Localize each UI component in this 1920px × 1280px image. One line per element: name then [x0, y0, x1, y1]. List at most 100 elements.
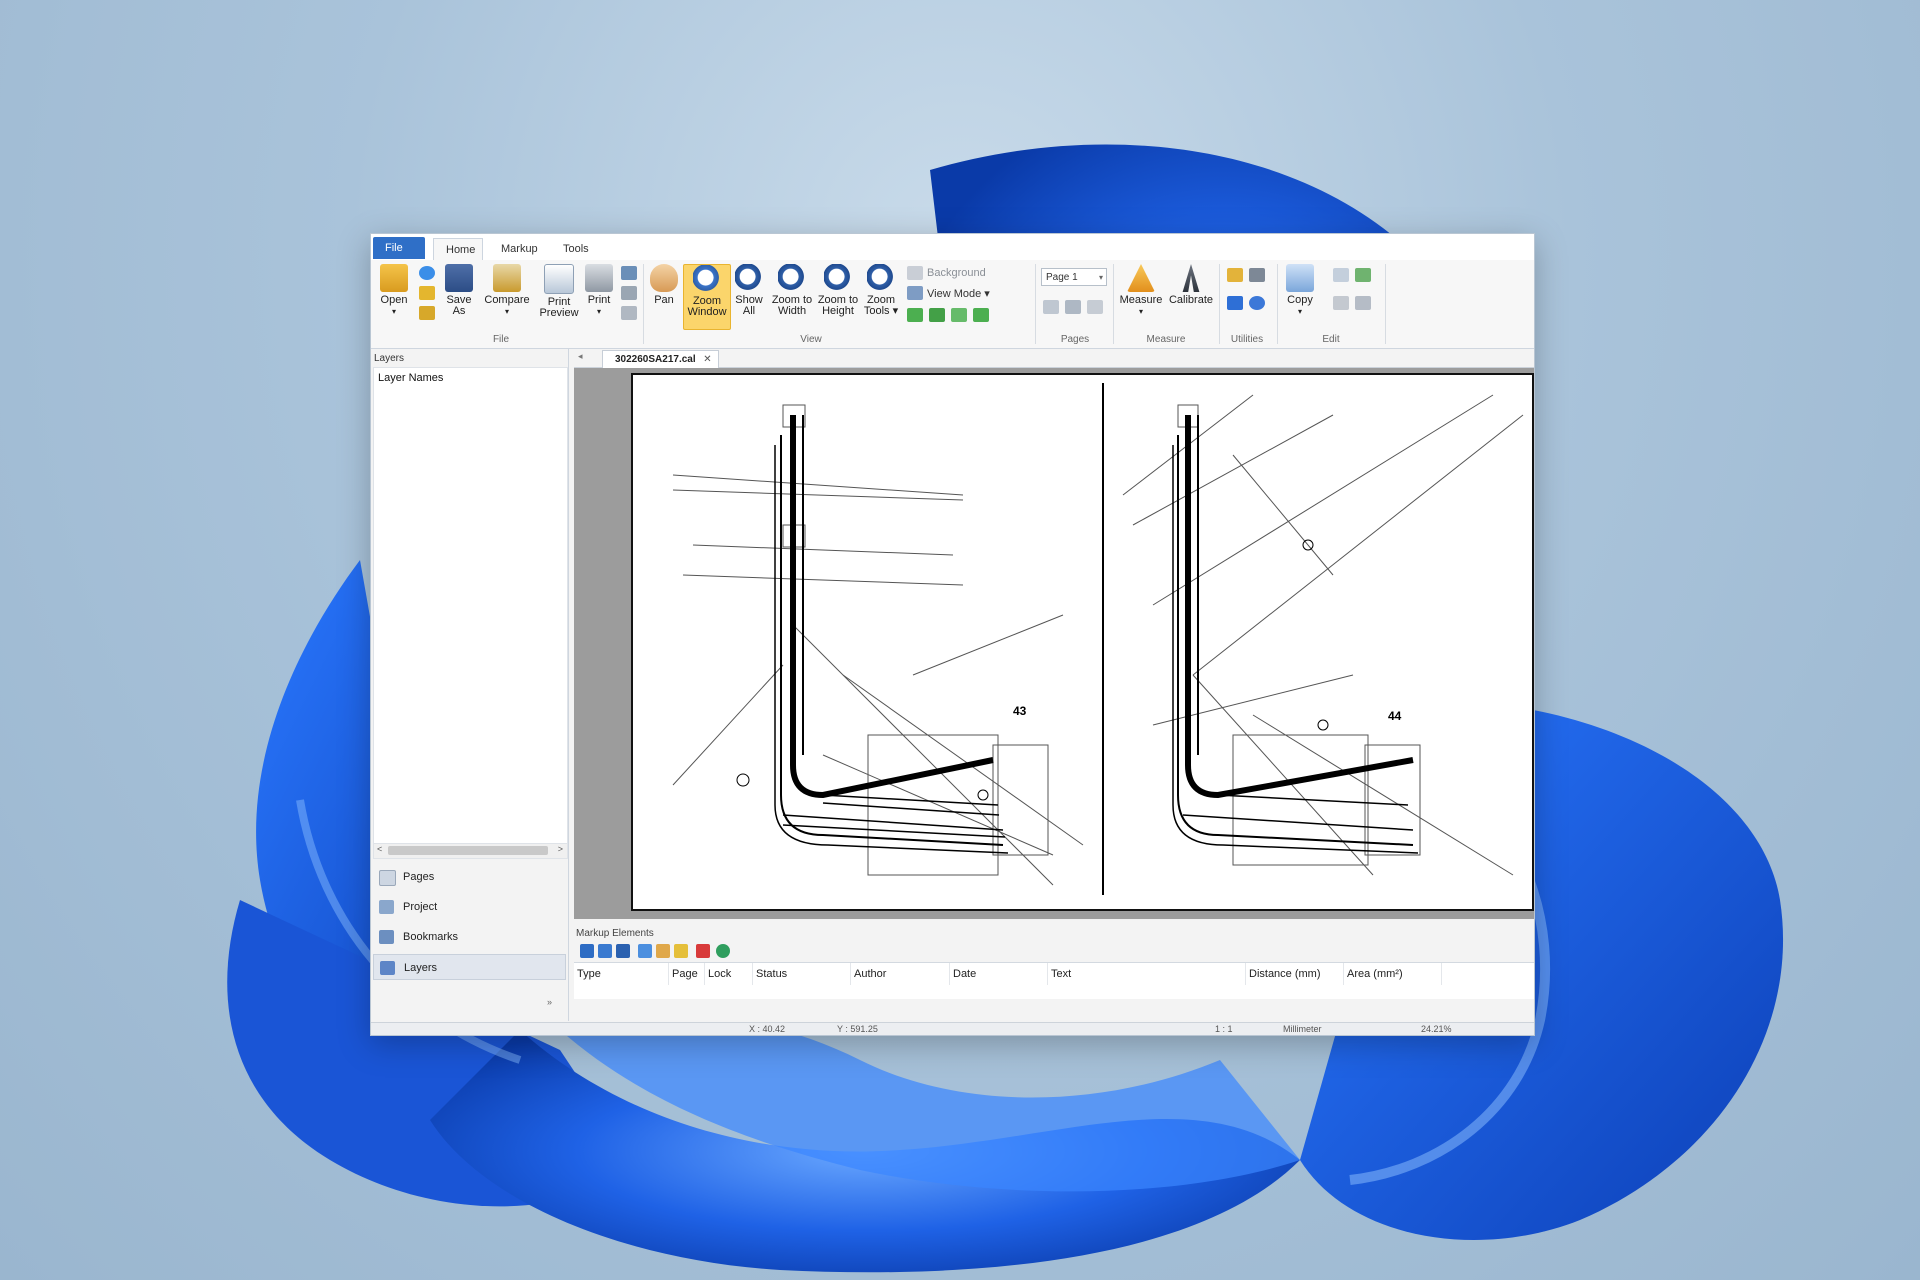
scale-select[interactable]: 1 : 1: [1215, 1024, 1233, 1034]
column-lock[interactable]: Lock: [705, 963, 753, 985]
nav-item-bookmarks[interactable]: Bookmarks: [373, 924, 566, 950]
group-separator: [1113, 264, 1114, 344]
zoom-window-icon: [693, 265, 721, 293]
cad-drawing: 43 44: [672, 383, 1524, 895]
print-button[interactable]: Print ▾: [583, 264, 615, 317]
print-preview-button[interactable]: Print Preview: [537, 264, 581, 319]
markup-table[interactable]: Type Page Lock Status Author Date Text D…: [574, 962, 1534, 999]
sheet-number-right: 44: [1388, 709, 1402, 723]
print-preview-icon: [544, 264, 574, 294]
search-icon[interactable]: [1249, 296, 1265, 310]
group-separator: [1035, 264, 1036, 344]
view-group-label: View: [800, 334, 822, 345]
tab-markup[interactable]: Markup: [489, 238, 545, 260]
group-separator: [1277, 264, 1278, 344]
background-button[interactable]: Background: [927, 267, 986, 279]
find-icon[interactable]: [1333, 268, 1349, 282]
magnifier-icon: [867, 264, 895, 292]
column-type[interactable]: Type: [574, 963, 669, 985]
page-select[interactable]: Page 1 ▾: [1041, 268, 1107, 286]
tab-tools[interactable]: Tools: [551, 238, 599, 260]
close-tab-icon[interactable]: ✕: [703, 351, 711, 368]
flip-horizontal-icon[interactable]: [973, 308, 989, 322]
select-all-icon[interactable]: [1333, 296, 1349, 310]
measure-button[interactable]: Measure ▾: [1117, 264, 1165, 317]
column-date[interactable]: Date: [950, 963, 1048, 985]
properties-icon[interactable]: [1355, 296, 1371, 310]
layers-panel: Layers Layer Names < > Pages Project Boo…: [371, 349, 569, 1021]
tools-icon[interactable]: [1227, 296, 1243, 310]
document-tab[interactable]: 302260SA217.cal ✕: [602, 350, 719, 368]
units-select[interactable]: Millimeter: [1283, 1024, 1322, 1034]
folder-arrow-icon[interactable]: [419, 306, 435, 320]
next-page-icon[interactable]: [1087, 300, 1103, 314]
rotate-left-icon[interactable]: [907, 308, 923, 322]
color-icon[interactable]: [716, 944, 730, 958]
tab-scroll-left-icon[interactable]: ◂: [578, 351, 583, 362]
background-icon: [907, 266, 923, 280]
drawing-page[interactable]: 43 44: [631, 373, 1534, 911]
first-page-icon[interactable]: [1043, 300, 1059, 314]
print-settings-icon[interactable]: [621, 266, 637, 280]
delete-icon[interactable]: [696, 944, 710, 958]
project-icon: [379, 900, 394, 914]
filter-markup-icon[interactable]: [598, 944, 612, 958]
nav-item-layers[interactable]: Layers: [373, 954, 566, 980]
view-mode-button[interactable]: View Mode ▾: [927, 287, 990, 300]
nav-item-pages[interactable]: Pages: [373, 864, 566, 890]
tab-home[interactable]: Home: [433, 238, 483, 260]
ribbon: Open ▾ Save As Compare ▾ Print Preview Pri…: [371, 260, 1534, 349]
rotate-right-icon[interactable]: [929, 308, 945, 322]
panel-title: Layers: [374, 353, 405, 364]
zoom-window-button[interactable]: Zoom Window: [683, 264, 731, 330]
previous-page-icon[interactable]: [1065, 300, 1081, 314]
highlighter-icon[interactable]: [1227, 268, 1243, 282]
hand-icon: [650, 264, 678, 292]
open-button[interactable]: Open ▾: [377, 264, 411, 317]
folder-icon[interactable]: [419, 286, 435, 300]
pages-icon: [379, 870, 396, 886]
select-markup-icon[interactable]: [580, 944, 594, 958]
scroll-left-icon[interactable]: <: [377, 844, 382, 854]
info-icon[interactable]: [419, 266, 435, 280]
column-text[interactable]: Text: [1048, 963, 1246, 985]
zoom-height-icon: [824, 264, 852, 292]
copy-button[interactable]: Copy ▾: [1281, 264, 1319, 317]
goto-arrow-icon[interactable]: [638, 944, 652, 958]
export-icon[interactable]: [1355, 268, 1371, 282]
cursor-x-readout: X : 40.42: [749, 1024, 786, 1034]
layer-tree[interactable]: Layer Names: [373, 367, 568, 844]
export-markup-icon[interactable]: [656, 944, 670, 958]
column-area[interactable]: Area (mm²): [1344, 963, 1442, 985]
compare-button[interactable]: Compare ▾: [483, 264, 531, 317]
save-as-button[interactable]: Save As: [443, 264, 475, 317]
pan-button[interactable]: Pan: [647, 264, 681, 306]
page-setup-icon[interactable]: [621, 306, 637, 320]
link-icon[interactable]: [1249, 268, 1265, 282]
lock-icon[interactable]: [674, 944, 688, 958]
more-options-icon[interactable]: »: [547, 997, 552, 1007]
zoom-to-width-button[interactable]: Zoom to Width: [769, 264, 815, 317]
nav-item-project[interactable]: Project: [373, 894, 566, 920]
show-all-button[interactable]: Show All: [731, 264, 767, 317]
sum-icon[interactable]: [616, 944, 630, 958]
compass-icon: [1182, 264, 1200, 292]
horizontal-scrollbar[interactable]: < >: [373, 843, 568, 859]
copy-icon: [1286, 264, 1314, 292]
calibrate-button[interactable]: Calibrate: [1167, 264, 1215, 306]
zoom-tools-button[interactable]: Zoom Tools ▾: [861, 264, 901, 317]
tab-file[interactable]: File: [373, 237, 425, 259]
zoom-level[interactable]: 24.21%: [1421, 1024, 1452, 1034]
ribbon-tab-bar: File Home Markup Tools: [371, 234, 1534, 261]
zoom-to-height-button[interactable]: Zoom to Height: [815, 264, 861, 317]
column-status[interactable]: Status: [753, 963, 851, 985]
column-author[interactable]: Author: [851, 963, 950, 985]
scrollbar-thumb[interactable]: [388, 846, 548, 855]
column-page[interactable]: Page: [669, 963, 705, 985]
column-distance[interactable]: Distance (mm): [1246, 963, 1344, 985]
print-setup-icon[interactable]: [621, 286, 637, 300]
markup-elements-panel: Markup Elements Type Page Lock Status Au…: [574, 924, 1534, 1021]
markup-panel-title: Markup Elements: [576, 928, 654, 939]
scroll-right-icon[interactable]: >: [558, 844, 563, 854]
flip-vertical-icon[interactable]: [951, 308, 967, 322]
